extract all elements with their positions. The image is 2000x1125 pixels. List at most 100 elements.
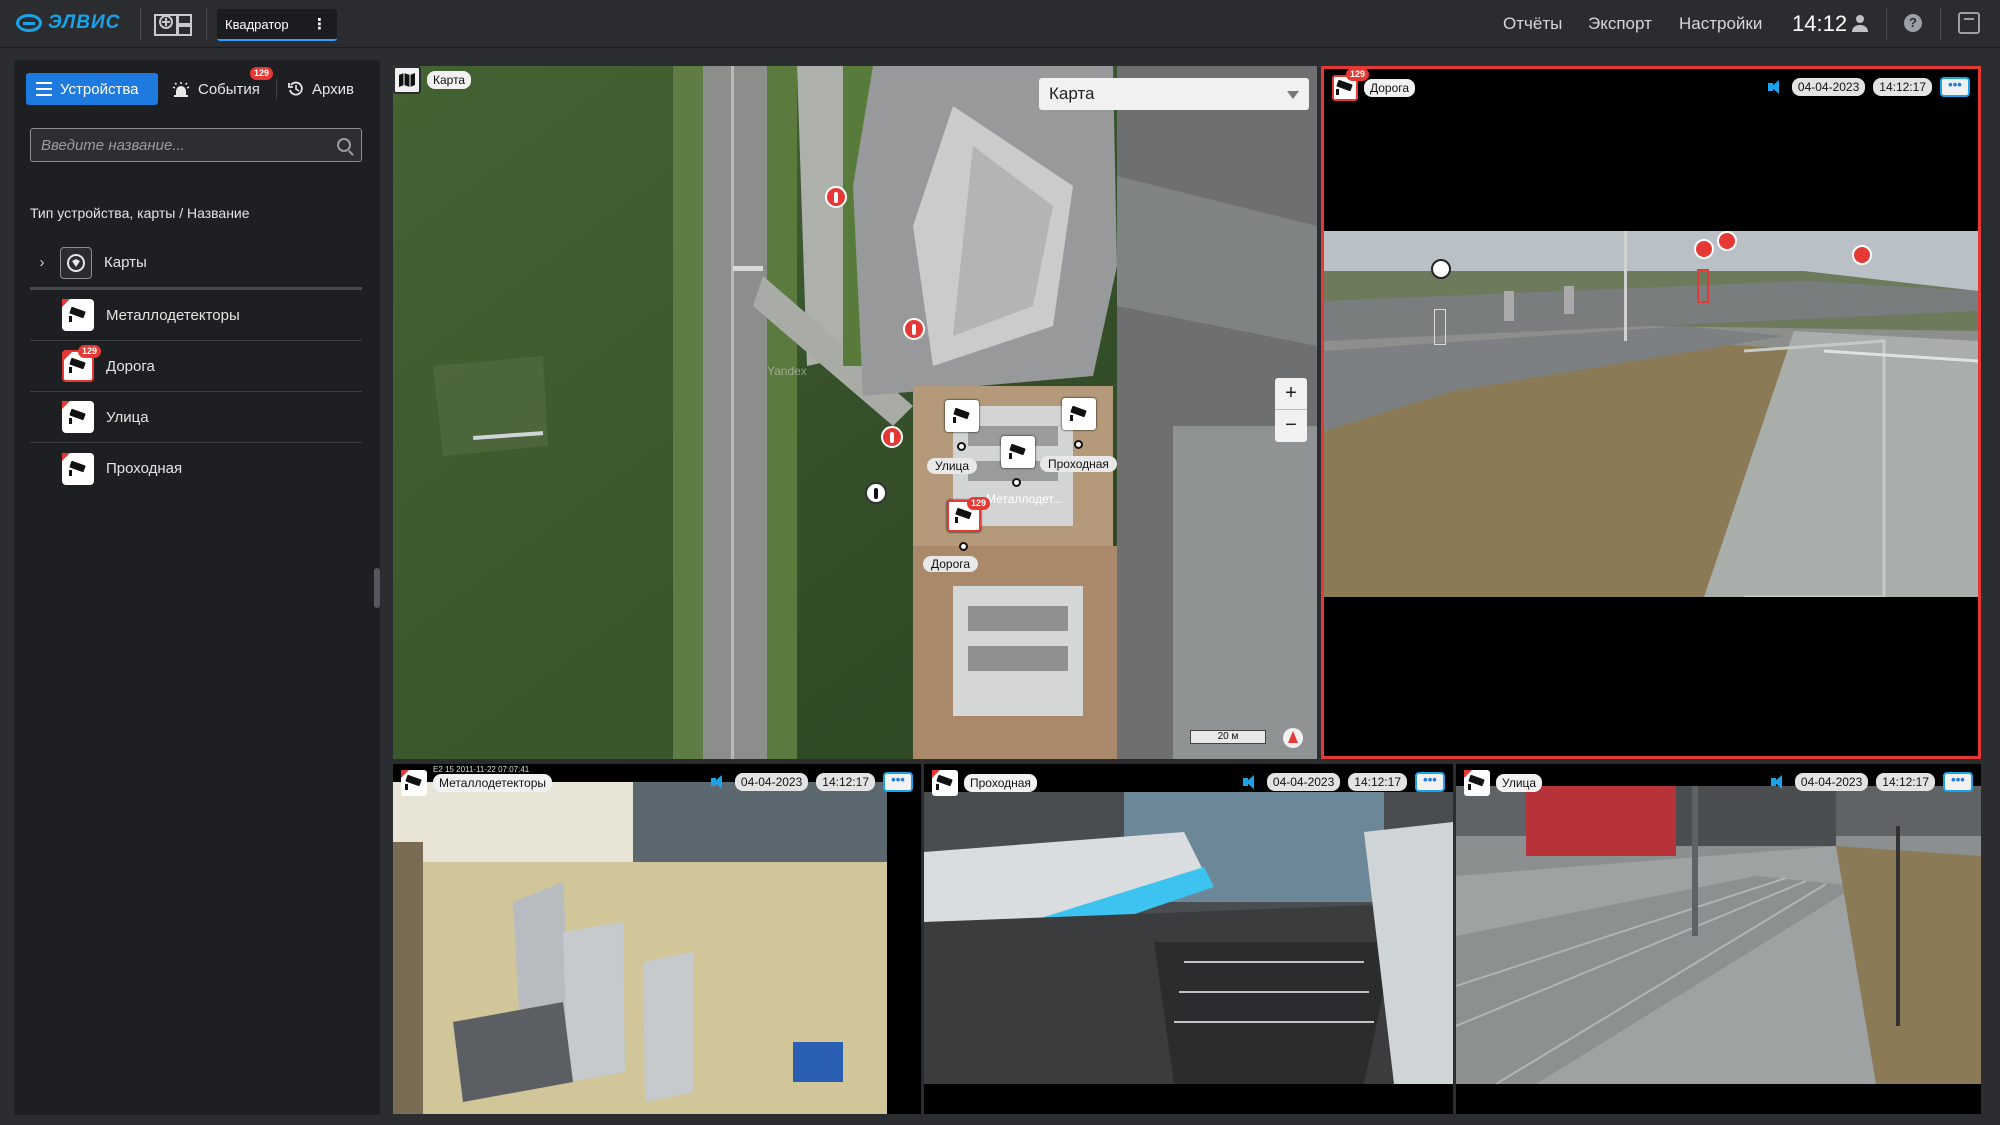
- tab-kvadrator[interactable]: Квадратор ⋮: [217, 9, 337, 41]
- history-icon: [288, 81, 303, 96]
- person-icon[interactable]: [865, 482, 887, 504]
- detection-box-alert: [1697, 269, 1709, 303]
- alert-person-icon[interactable]: [1852, 245, 1872, 265]
- camera-name: Дорога: [1364, 79, 1416, 97]
- map-camera-ulica[interactable]: [945, 400, 979, 432]
- divider: [276, 79, 277, 99]
- dropdown-arrow-icon: [1287, 91, 1299, 99]
- camera-icon: [62, 299, 94, 331]
- camera-icon: [1008, 445, 1028, 459]
- tab-devices[interactable]: Устройства: [26, 73, 158, 105]
- tree-item-prohodnaya[interactable]: Проходная: [30, 443, 362, 494]
- help-icon[interactable]: ?: [1904, 14, 1922, 32]
- camera-panel-doroga[interactable]: 129 Дорога 04-04-2023 14:12:17 •••: [1321, 66, 1981, 759]
- chevron-right-icon[interactable]: ›: [30, 254, 54, 271]
- map-panel[interactable]: Карта Карта + − Yandex 20 м Улица Проход…: [393, 66, 1317, 759]
- nav-export[interactable]: Экспорт: [1588, 14, 1652, 34]
- sound-icon[interactable]: [709, 774, 727, 790]
- logo-mark-icon: [16, 14, 42, 32]
- zoom-out-button[interactable]: −: [1275, 410, 1307, 442]
- tree-item-doroga[interactable]: 129 Дорога: [30, 341, 362, 392]
- nav-reports[interactable]: Отчёты: [1503, 14, 1562, 34]
- map-select[interactable]: Карта: [1039, 78, 1309, 110]
- camera-panel-metal-detectors[interactable]: Металлодетекторы E2 15 2011-11-22 07:07:…: [393, 764, 921, 1114]
- camera-icon: 129: [1332, 69, 1370, 101]
- alert-badge: 129: [967, 497, 991, 510]
- camera-icon: [952, 409, 972, 423]
- tab-menu-icon[interactable]: ⋮: [312, 15, 327, 33]
- camera-date: 04-04-2023: [1266, 773, 1341, 791]
- map-title-label: Карта: [427, 71, 472, 89]
- video-frame: [1456, 786, 1981, 1084]
- north-arrow-icon[interactable]: [1283, 728, 1303, 748]
- sidebar-resize-handle[interactable]: [374, 568, 380, 608]
- alert-person-icon[interactable]: [903, 318, 925, 340]
- map-camera-prohodnaya[interactable]: [1062, 398, 1096, 430]
- camera-name: Проходная: [964, 774, 1037, 792]
- map-camera-metal[interactable]: [1001, 436, 1035, 468]
- sound-icon[interactable]: [1241, 774, 1259, 790]
- alert-badge: 129: [1346, 69, 1370, 81]
- tab-devices-label: Устройства: [60, 80, 139, 98]
- map-camera-doroga[interactable]: 129: [947, 497, 991, 532]
- sidebar: Устройства События 129 Архив Тип устройс…: [14, 60, 380, 1115]
- map-camera-anchor: [957, 442, 966, 451]
- camera-date: 04-04-2023: [734, 773, 809, 791]
- camera-info: 04-04-2023 14:12:17 •••: [709, 772, 913, 792]
- camera-title: Проходная: [932, 770, 1037, 796]
- person-icon[interactable]: [1431, 259, 1451, 279]
- search-icon[interactable]: [337, 138, 351, 152]
- elvis-logo[interactable]: ЭЛВИС: [16, 8, 124, 38]
- alert-person-icon[interactable]: [1717, 231, 1737, 251]
- alert-person-icon[interactable]: [881, 426, 903, 448]
- tree-item-label: Металлодетекторы: [106, 306, 240, 324]
- logo-text: ЭЛВИС: [48, 12, 121, 33]
- more-options-button[interactable]: •••: [1415, 772, 1445, 792]
- camera-icon: [1069, 407, 1089, 421]
- sound-icon[interactable]: [1766, 79, 1784, 95]
- camera-title: 129 Дорога: [1332, 69, 1416, 101]
- map-label-ulica: Улица: [927, 458, 978, 474]
- alert-person-icon[interactable]: [825, 186, 847, 208]
- divider: [140, 8, 141, 40]
- camera-date: 04-04-2023: [1791, 78, 1866, 96]
- add-view-icon[interactable]: [154, 11, 192, 37]
- more-options-button[interactable]: •••: [883, 772, 913, 792]
- collapse-panel-icon[interactable]: [1958, 12, 1980, 34]
- alert-person-icon[interactable]: [1694, 239, 1714, 259]
- tree-item-ulica[interactable]: Улица: [30, 392, 362, 443]
- search-input[interactable]: [41, 129, 331, 161]
- nav-settings[interactable]: Настройки: [1679, 14, 1762, 34]
- tree-item-metal-detectors[interactable]: Металлодетекторы: [30, 290, 362, 341]
- events-badge: 129: [250, 67, 274, 80]
- camera-icon: [62, 452, 94, 485]
- camera-title: Улица: [1464, 770, 1543, 796]
- camera-icon: [954, 509, 974, 523]
- device-search: [30, 128, 362, 162]
- top-bar: ЭЛВИС Квадратор ⋮ Отчёты Экспорт Настрой…: [0, 0, 2000, 48]
- zoom-in-button[interactable]: +: [1275, 378, 1307, 410]
- tree-item-label: Проходная: [106, 460, 183, 477]
- tree-item-label: Дорога: [106, 357, 155, 375]
- map-scale: 20 м: [1190, 730, 1266, 744]
- camera-icon: [932, 770, 958, 796]
- device-list-header: Тип устройства, карты / Название: [30, 205, 250, 221]
- tab-archive[interactable]: Архив: [278, 73, 370, 105]
- tab-events[interactable]: События 129: [162, 67, 274, 105]
- camera-time: 14:12:17: [1348, 773, 1407, 791]
- more-options-button[interactable]: •••: [1940, 77, 1970, 97]
- camera-icon: 129: [62, 345, 102, 382]
- map-watermark: Yandex: [767, 364, 807, 378]
- alert-badge: 129: [78, 345, 102, 358]
- user-icon[interactable]: [1852, 14, 1868, 32]
- map-label-metal: Металлодет...: [986, 492, 1063, 506]
- video-frame: [393, 782, 887, 1114]
- camera-panel-ulica[interactable]: Улица 04-04-2023 14:12:17 •••: [1456, 764, 1981, 1114]
- camera-icon: [401, 770, 427, 796]
- sound-icon[interactable]: [1769, 774, 1787, 790]
- more-options-button[interactable]: •••: [1943, 772, 1973, 792]
- tree-item-maps[interactable]: › Карты: [30, 238, 362, 290]
- camera-info: 04-04-2023 14:12:17 •••: [1769, 772, 1973, 792]
- camera-panel-prohodnaya[interactable]: Проходная 04-04-2023 14:12:17 •••: [924, 764, 1453, 1114]
- events-icon: [172, 82, 190, 97]
